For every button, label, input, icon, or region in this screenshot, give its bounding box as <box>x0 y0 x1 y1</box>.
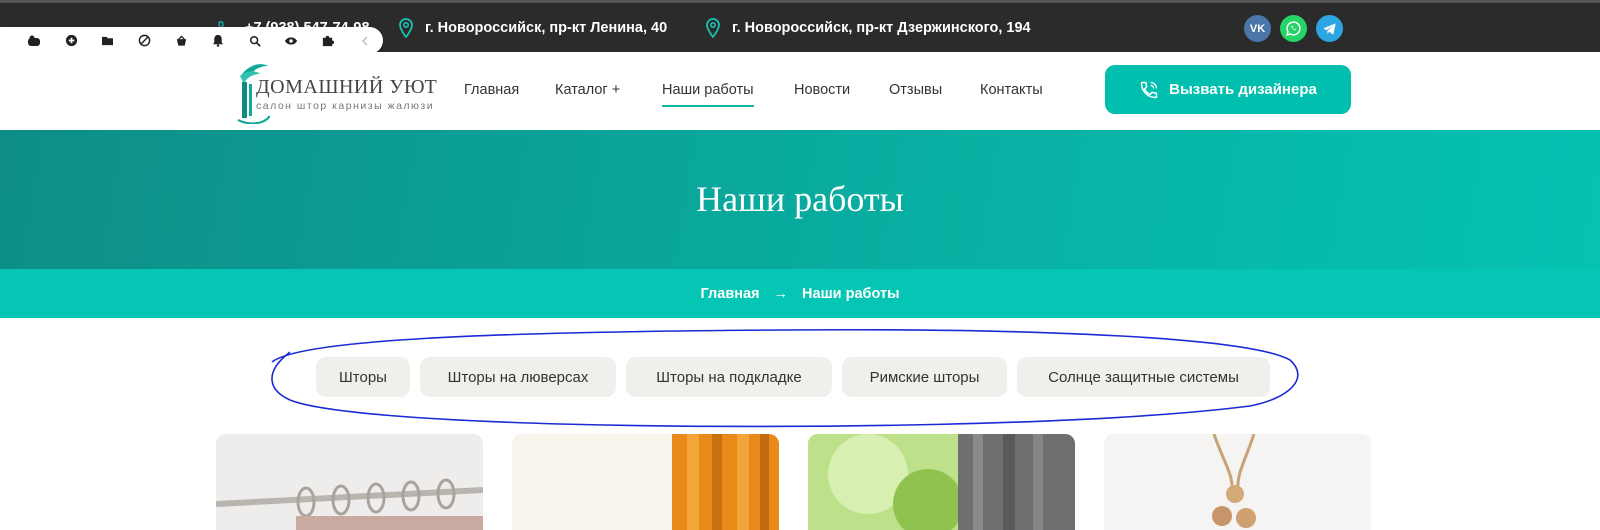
block-icon[interactable] <box>126 27 163 54</box>
nav-item-catalog[interactable]: Каталог + <box>555 82 620 98</box>
filter-label: Шторы на люверсах <box>447 368 589 386</box>
curtain-rod-photo <box>216 434 483 530</box>
breadcrumb-current: Наши работы <box>802 285 900 302</box>
logo-subtitle: салон штор карнизы жалюзи <box>256 100 435 112</box>
nav-item-home[interactable]: Главная <box>464 82 519 98</box>
orange-curtain-photo <box>512 434 779 530</box>
filter-curtains[interactable]: Шторы <box>316 357 410 397</box>
filter-sun-protection[interactable]: Солнце защитные системы <box>1017 357 1270 397</box>
search-icon[interactable] <box>236 27 273 54</box>
filter-label: Солнце защитные системы <box>1048 368 1239 386</box>
filter-label: Шторы на подкладке <box>656 368 802 386</box>
phone-call-icon <box>1140 81 1158 98</box>
breadcrumb-separator: → <box>773 285 789 302</box>
address-2[interactable]: г. Новороссийск, пр-кт Дзержинского, 194 <box>706 17 1031 39</box>
whatsapp-link[interactable] <box>1280 15 1307 42</box>
page-hero: Наши работы <box>0 130 1600 269</box>
bell-icon[interactable] <box>200 27 237 54</box>
telegram-link[interactable] <box>1316 15 1343 42</box>
whatsapp-icon <box>1286 21 1301 36</box>
address-2-text: г. Новороссийск, пр-кт Дзержинского, 194 <box>732 20 1031 36</box>
filter-label: Шторы <box>339 368 387 386</box>
eye-icon[interactable] <box>273 27 310 54</box>
address-1-text: г. Новороссийск, пр-кт Ленина, 40 <box>425 20 668 36</box>
filter-lined-curtains[interactable]: Шторы на подкладке <box>626 357 832 397</box>
location-pin-icon <box>399 18 413 38</box>
location-pin-icon <box>706 18 720 38</box>
address-1[interactable]: г. Новороссийск, пр-кт Ленина, 40 <box>399 17 667 39</box>
call-designer-button[interactable]: Вызвать дизайнера <box>1105 65 1351 114</box>
grey-curtain-photo <box>808 434 1075 530</box>
telegram-icon <box>1323 22 1336 35</box>
vbucket-icon[interactable] <box>16 27 53 54</box>
logo-title: ДОМАШНИЙ УЮТ <box>256 76 438 98</box>
browser-extension-toolbar <box>0 27 383 54</box>
nav-item-news[interactable]: Новости <box>794 82 850 98</box>
folder-icon[interactable] <box>89 27 126 54</box>
filter-eyelet-curtains[interactable]: Шторы на люверсах <box>420 357 616 397</box>
tieback-tassel-photo <box>1104 434 1371 530</box>
plus-circle-icon[interactable] <box>53 27 90 54</box>
gallery-card[interactable] <box>512 434 779 530</box>
page-title: Наши работы <box>696 179 904 219</box>
vk-icon: VK <box>1249 22 1266 35</box>
filter-roman-blinds[interactable]: Римские шторы <box>842 357 1007 397</box>
call-designer-label: Вызвать дизайнера <box>1169 81 1317 98</box>
nav-item-contacts[interactable]: Контакты <box>980 82 1043 98</box>
vk-link[interactable]: VK <box>1244 15 1271 42</box>
gallery-card[interactable] <box>1104 434 1371 530</box>
puzzle-icon[interactable] <box>310 27 347 54</box>
filter-label: Римские шторы <box>869 368 980 386</box>
site-logo[interactable]: ДОМАШНИЙ УЮТ салон штор карнизы жалюзи <box>236 60 437 126</box>
breadcrumb: Главная → Наши работы <box>0 269 1600 318</box>
site-header: ДОМАШНИЙ УЮТ салон штор карнизы жалюзи Г… <box>0 52 1600 130</box>
gallery-card[interactable] <box>808 434 1075 530</box>
breadcrumb-home[interactable]: Главная <box>701 286 760 302</box>
basket-icon[interactable] <box>163 27 200 54</box>
gallery-card[interactable] <box>216 434 483 530</box>
nav-item-our-works[interactable]: Наши работы <box>662 82 754 107</box>
chevron-left-icon[interactable] <box>346 27 383 54</box>
nav-item-reviews[interactable]: Отзывы <box>889 82 942 98</box>
category-filters: Шторы Шторы на люверсах Шторы на подклад… <box>0 357 1600 397</box>
